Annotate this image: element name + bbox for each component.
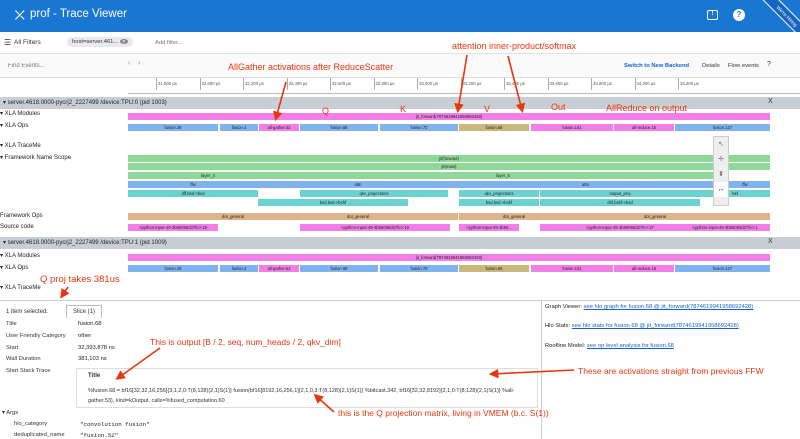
arrow-qproj: [60, 286, 70, 299]
arrow-output-shape: [115, 347, 161, 380]
arrow-prev-ffw: [488, 368, 575, 379]
arrow-attention-2: [507, 55, 526, 114]
arrow-allgather: [273, 81, 287, 122]
arrow-attention-1: [454, 54, 468, 114]
annotation-arrows: [60, 54, 575, 413]
arrow-qmatrix: [313, 393, 335, 413]
